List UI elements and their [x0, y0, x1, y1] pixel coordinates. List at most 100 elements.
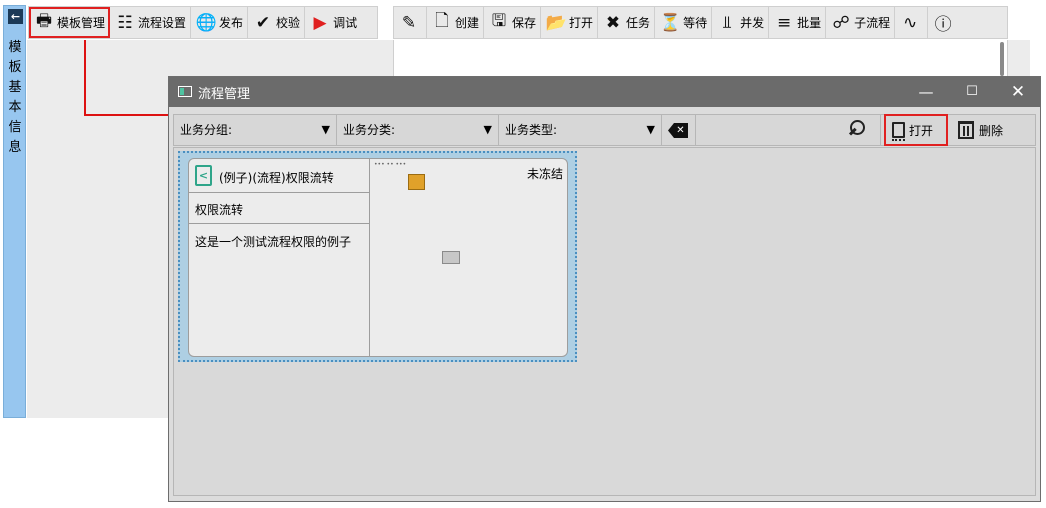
flow-card-body[interactable]: < (例子)(流程)权限流转 权限流转 这是一个测试流程权限的例子 ••• ••…: [188, 158, 568, 357]
debug-button[interactable]: ▶ 调试: [305, 7, 361, 38]
annotation-line: [84, 114, 170, 116]
edit-button[interactable]: ✎: [394, 7, 427, 38]
preview-start-node: [408, 174, 425, 190]
business-group-select[interactable]: 业务分组: ▼: [174, 115, 337, 145]
annotation-line: [84, 40, 86, 116]
divider: [880, 115, 881, 145]
dropdown-arrow-icon: ▼: [646, 123, 655, 136]
button-label: 子流程: [854, 16, 891, 30]
new-doc-icon: 🗋: [435, 11, 449, 31]
org-chart-icon: ☷: [117, 12, 133, 33]
select-label: 业务分类:: [343, 123, 396, 137]
play-icon: ▶: [313, 12, 327, 33]
button-label: 并发: [740, 16, 765, 30]
dialog-toolbar: 业务分组: ▼ 业务分类: ▼ 业务类型: ▼ ✕ 打开 删除: [173, 114, 1036, 146]
button-label: 批量: [797, 16, 822, 30]
button-label: 调试: [333, 16, 358, 30]
info-icon: ⓘ: [934, 15, 952, 35]
button-label: 保存: [512, 16, 537, 30]
batch-icon: ≡: [776, 12, 792, 33]
flow-preview: ••• •• ••• 未冻结: [371, 159, 567, 356]
create-button[interactable]: 🗋 创建: [427, 7, 485, 38]
side-panel: ← 模 板 基 本 信 息: [3, 5, 26, 418]
save-icon: 🖫: [491, 11, 507, 31]
share-flow-icon: <: [195, 165, 212, 186]
save-button[interactable]: 🖫 保存: [484, 7, 542, 38]
template-basic-info-tab[interactable]: 模 板 基 本 信 息: [7, 38, 23, 158]
flow-list-area: < (例子)(流程)权限流转 权限流转 这是一个测试流程权限的例子 ••• ••…: [173, 147, 1036, 496]
dropdown-arrow-icon: ▼: [321, 123, 330, 136]
flow-description: 这是一个测试流程权限的例子: [195, 235, 352, 249]
trash-icon: [958, 121, 974, 139]
tab-char: 息: [8, 140, 22, 155]
task-button[interactable]: ✖ 任务: [598, 7, 656, 38]
flow-subtitle: 权限流转: [189, 194, 370, 224]
tab-char: 基: [8, 80, 22, 95]
validate-button[interactable]: ✔ 校验: [248, 7, 306, 38]
dialog-titlebar[interactable]: 流程管理 — ☐ ✕: [169, 77, 1040, 107]
button-label: 发布: [219, 16, 244, 30]
maximize-button[interactable]: ☐: [949, 77, 995, 107]
button-label: 模板管理: [57, 16, 106, 30]
template-management-button[interactable]: 🖶 模板管理: [29, 7, 111, 38]
subflow-icon: ☍: [832, 12, 850, 33]
divider: [695, 115, 696, 145]
open-button[interactable]: 打开: [884, 114, 948, 146]
button-label: 流程设置: [138, 16, 187, 30]
flow-settings-button[interactable]: ☷ 流程设置: [110, 7, 192, 38]
flow-card-header: < (例子)(流程)权限流转: [189, 159, 370, 193]
back-arrow-icon[interactable]: ←: [8, 9, 23, 24]
button-label: 创建: [455, 16, 480, 30]
delete-button[interactable]: 删除: [958, 115, 1003, 145]
connector-button[interactable]: ∿: [895, 7, 929, 38]
clear-filter-button[interactable]: ✕: [664, 120, 692, 140]
wait-icon: ⏳: [659, 12, 681, 33]
tab-char: 信: [8, 120, 22, 135]
pencil-icon: ✎: [401, 12, 417, 33]
vertical-scrollbar[interactable]: [1000, 42, 1004, 76]
dialog-title: 流程管理: [198, 87, 251, 102]
flow-management-dialog: 流程管理 — ☐ ✕ 业务分组: ▼ 业务分类: ▼ 业务类型: ▼ ✕ 打开: [168, 76, 1041, 502]
flow-card-info: < (例子)(流程)权限流转 权限流转 这是一个测试流程权限的例子: [189, 159, 370, 356]
wait-button[interactable]: ⏳ 等待: [655, 7, 713, 38]
button-label: 删除: [979, 123, 1004, 138]
tab-char: 板: [8, 60, 22, 75]
info-button[interactable]: ⓘ: [928, 7, 960, 38]
button-label: 打开: [909, 123, 934, 138]
status-badge: 未冻结: [527, 167, 564, 181]
business-class-select[interactable]: 业务分类: ▼: [337, 115, 499, 145]
app-window-icon: [178, 86, 192, 97]
close-button[interactable]: ✕: [995, 77, 1041, 107]
globe-icon: 🌐: [195, 12, 217, 33]
select-label: 业务分组:: [180, 123, 233, 137]
fork-icon: ⫫: [722, 12, 732, 33]
dropdown-arrow-icon: ▼: [483, 123, 492, 136]
check-icon: ✔: [255, 12, 271, 33]
main-toolbar: 🖶 模板管理 ☷ 流程设置 🌐 发布 ✔ 校验 ▶ 调试: [28, 6, 378, 39]
concurrent-button[interactable]: ⫫ 并发: [712, 7, 770, 38]
preview-caption: ••• •• •••: [374, 161, 407, 168]
folder-open-icon: 📂: [545, 12, 567, 33]
backspace-icon: ✕: [668, 123, 688, 138]
flow-name: (例子)(流程)权限流转: [219, 171, 334, 185]
publish-button[interactable]: 🌐 发布: [191, 7, 249, 38]
subflow-button[interactable]: ☍ 子流程: [826, 7, 896, 38]
open-button[interactable]: 📂 打开: [541, 7, 599, 38]
business-type-select[interactable]: 业务类型: ▼: [499, 115, 662, 145]
button-label: 任务: [626, 16, 651, 30]
designer-canvas[interactable]: [393, 40, 1008, 78]
designer-toolbar: ✎ 🗋 创建 🖫 保存 📂 打开 ✖ 任务 ⏳ 等待 ⫫ 并发 ≡ 批量 ☍ 子…: [393, 6, 1008, 39]
document-icon: [892, 122, 905, 141]
button-label: 打开: [569, 16, 594, 30]
minimize-button[interactable]: —: [903, 77, 949, 107]
button-label: 校验: [276, 16, 301, 30]
batch-button[interactable]: ≡ 批量: [769, 7, 827, 38]
preview-task-node: [442, 251, 460, 264]
flow-card[interactable]: < (例子)(流程)权限流转 权限流转 这是一个测试流程权限的例子 ••• ••…: [178, 151, 577, 362]
tab-char: 本: [8, 100, 22, 115]
tab-char: 模: [8, 40, 22, 55]
button-label: 等待: [683, 16, 708, 30]
printer-icon: 🖶: [35, 11, 53, 31]
select-label: 业务类型:: [505, 123, 558, 137]
search-button[interactable]: [846, 118, 874, 142]
